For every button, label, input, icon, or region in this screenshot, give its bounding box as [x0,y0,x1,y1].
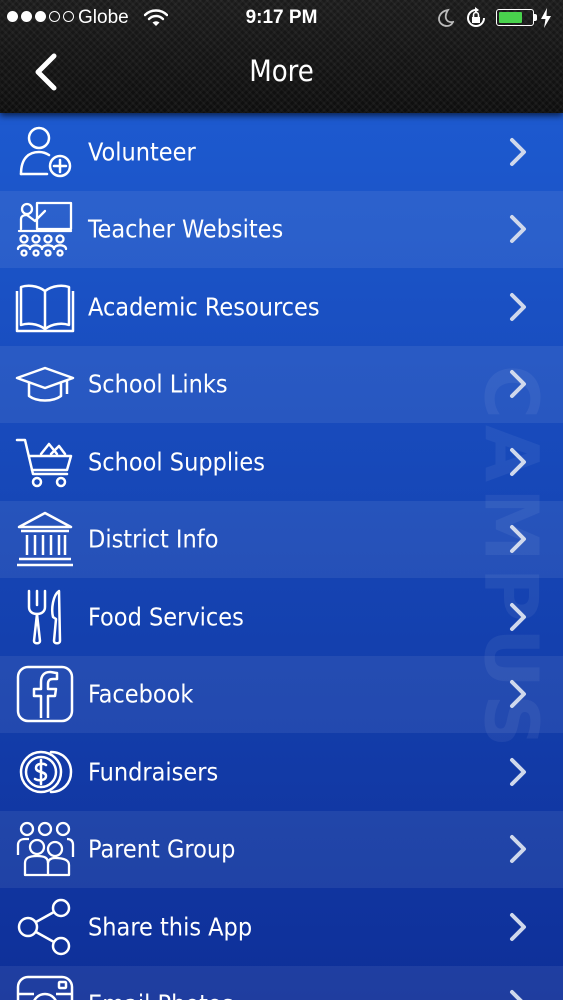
teacher-icon [14,198,76,260]
menu-item-email-photos[interactable]: Email Photos [0,965,563,1000]
menu-item-volunteer[interactable]: Volunteer [0,113,563,191]
more-menu-list: Volunteer Teacher Websites Academic Reso… [0,113,563,1000]
menu-item-label: Academic Resources [88,292,320,322]
volunteer-icon [14,121,76,183]
menu-item-academic-resources[interactable]: Academic Resources [0,268,563,346]
menu-item-label: Parent Group [88,834,236,864]
chevron-right-icon [510,912,526,941]
coins-icon [14,741,76,803]
menu-item-food-services[interactable]: Food Services [0,578,563,656]
chevron-right-icon [510,990,523,1000]
menu-item-label: School Supplies [88,447,265,477]
menu-item-label: District Info [88,524,219,554]
building-icon [14,508,76,570]
chevron-right-icon [510,835,526,864]
rotation-lock-icon [467,7,485,27]
app-screen: Volunteer Teacher Websites Academic Reso… [0,0,563,1000]
share-icon [14,896,76,958]
status-bar: Globe 9:17 PM [0,0,563,36]
graduation-cap-icon [14,353,76,415]
menu-item-label: Food Services [88,602,244,632]
facebook-icon [14,663,76,725]
menu-item-label: Email Photos [88,990,233,1000]
menu-item-parent-group[interactable]: Parent Group [0,810,563,888]
fork-knife-icon [14,586,76,648]
cart-icon [14,431,76,493]
chevron-right-icon [510,680,526,709]
chevron-right-icon [510,215,526,244]
chevron-right-icon [510,757,526,786]
chevron-right-icon [510,370,526,399]
menu-item-school-supplies[interactable]: School Supplies [0,423,563,501]
menu-item-facebook[interactable]: Facebook [0,655,563,733]
charging-bolt-icon [541,8,551,28]
book-icon [14,276,76,338]
menu-item-label: Fundraisers [88,757,219,787]
menu-item-label: Volunteer [88,137,196,167]
chevron-right-icon [510,137,526,166]
menu-item-district-info[interactable]: District Info [0,500,563,578]
page-title: More [249,54,314,88]
menu-item-label: Teacher Websites [88,214,284,244]
menu-item-label: Facebook [88,679,194,709]
app-header: Globe 9:17 PM More [0,0,563,113]
chevron-right-icon [510,602,526,631]
chevron-right-icon [510,292,526,321]
menu-item-label: Share this App [88,912,253,942]
battery-icon [496,9,534,26]
battery-level [499,12,522,23]
chevron-right-icon [510,447,526,476]
menu-item-teacher-websites[interactable]: Teacher Websites [0,190,563,268]
menu-item-label: School Links [88,369,228,399]
do-not-disturb-icon [438,8,454,27]
chevron-right-icon [510,525,526,554]
menu-item-fundraisers[interactable]: Fundraisers [0,733,563,811]
menu-item-school-links[interactable]: School Links [0,345,563,423]
camera-icon [14,973,76,1000]
group-icon [14,818,76,880]
menu-item-share-this-app[interactable]: Share this App [0,888,563,966]
